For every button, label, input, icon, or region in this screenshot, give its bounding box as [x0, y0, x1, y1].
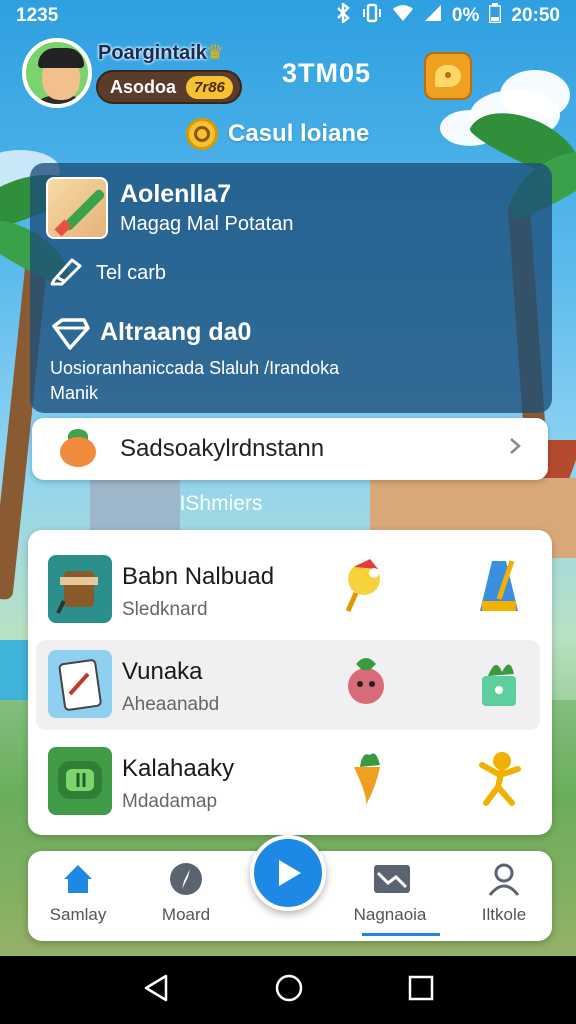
- level-name: Asodoa: [110, 76, 177, 97]
- status-bar: 1235 0% 20:50: [0, 0, 576, 32]
- edit-icon[interactable]: [50, 256, 86, 286]
- home-icon: [64, 865, 92, 893]
- home-circle-icon[interactable]: [274, 973, 304, 1008]
- info-title: Aolenlla7: [120, 180, 232, 208]
- status-time-right: 20:50: [511, 5, 560, 26]
- game-row[interactable]: Vunaka Aheaanabd: [36, 640, 540, 730]
- game-subtitle: Sledknard: [122, 599, 208, 620]
- battery-icon: [489, 3, 502, 29]
- game-row[interactable]: Babn Nalbuad Sledknard: [36, 545, 540, 635]
- person-icon: [488, 863, 520, 896]
- edit-label[interactable]: Tel carb: [96, 262, 166, 285]
- game-subtitle: Aheaanabd: [122, 694, 220, 715]
- avatar[interactable]: [22, 38, 92, 108]
- nav-item-explore[interactable]: Moard: [136, 851, 236, 941]
- mode-title[interactable]: Casul loiane: [186, 118, 369, 150]
- play-button[interactable]: [250, 835, 326, 911]
- cards-icon: [48, 650, 112, 718]
- dancer-character-icon: [472, 747, 526, 807]
- diamond-icon: [50, 318, 90, 350]
- coin-icon: [186, 118, 218, 150]
- currency-counter: 3TM05: [282, 58, 372, 88]
- system-nav-bar: [0, 956, 576, 1024]
- battery-percent: 0%: [451, 5, 480, 26]
- game-title: Kalahaaky: [122, 755, 235, 782]
- vibrate-icon: [362, 3, 382, 29]
- play-icon: [279, 860, 301, 886]
- nav-label: Iltkole: [481, 905, 527, 924]
- bluetooth-icon: [334, 1, 352, 29]
- status-time-left: 1235: [16, 5, 59, 26]
- bird-character-icon: [340, 555, 394, 615]
- game-row[interactable]: Kalahaaky Mdadamap: [36, 737, 540, 827]
- wifi-icon: [392, 4, 414, 28]
- compass-icon: [170, 863, 202, 895]
- game-title: Vunaka: [122, 658, 203, 685]
- active-tab-indicator: [362, 933, 440, 936]
- list-subheading: IShmiers: [179, 492, 263, 515]
- game-subtitle: Mdadamap: [122, 791, 218, 812]
- mode-title-text: Casul loiane: [228, 120, 370, 147]
- chat-button[interactable]: [424, 52, 472, 100]
- recents-icon[interactable]: [408, 975, 434, 1006]
- metronome-icon: [472, 555, 526, 615]
- nav-item-profile[interactable]: Iltkole: [454, 851, 554, 941]
- username: Poargintaik: [98, 42, 207, 64]
- carrot-character-icon: [340, 747, 394, 807]
- drum-icon: [48, 555, 112, 623]
- nav-label: Samlay: [49, 905, 107, 924]
- chat-game-icon: [48, 747, 112, 815]
- signal-icon: [424, 4, 442, 28]
- section-body: Uosioranhaniccada Slaluh /Irandoka Manik: [50, 358, 340, 403]
- plant-pot-icon: [472, 652, 526, 712]
- crown-icon: ♛: [206, 42, 224, 64]
- info-subtitle: Magag Mal Potatan: [120, 213, 294, 235]
- selector-label: Sadsoakylrdnstann: [120, 435, 325, 462]
- level-pill[interactable]: Asodoa 7r86: [96, 70, 242, 104]
- nav-label: Moard: [161, 905, 211, 924]
- back-icon[interactable]: [142, 973, 170, 1008]
- paintbrush-icon: [46, 177, 108, 239]
- nav-label: Nagnaoia: [353, 905, 427, 924]
- chevron-right-icon: [508, 435, 548, 463]
- mascot-icon: [54, 429, 102, 469]
- section-title: Altraang da0: [100, 318, 252, 346]
- category-selector[interactable]: Sadsoakylrdnstann: [32, 418, 548, 480]
- nav-item-home[interactable]: Samlay: [28, 851, 128, 941]
- radish-character-icon: [340, 652, 394, 712]
- chart-icon: [374, 865, 410, 893]
- level-badge: 7r86: [186, 75, 233, 99]
- chat-bubble-icon: [435, 65, 461, 87]
- nav-item-stats[interactable]: Nagnaoia: [340, 851, 440, 941]
- game-title: Babn Nalbuad: [122, 563, 275, 590]
